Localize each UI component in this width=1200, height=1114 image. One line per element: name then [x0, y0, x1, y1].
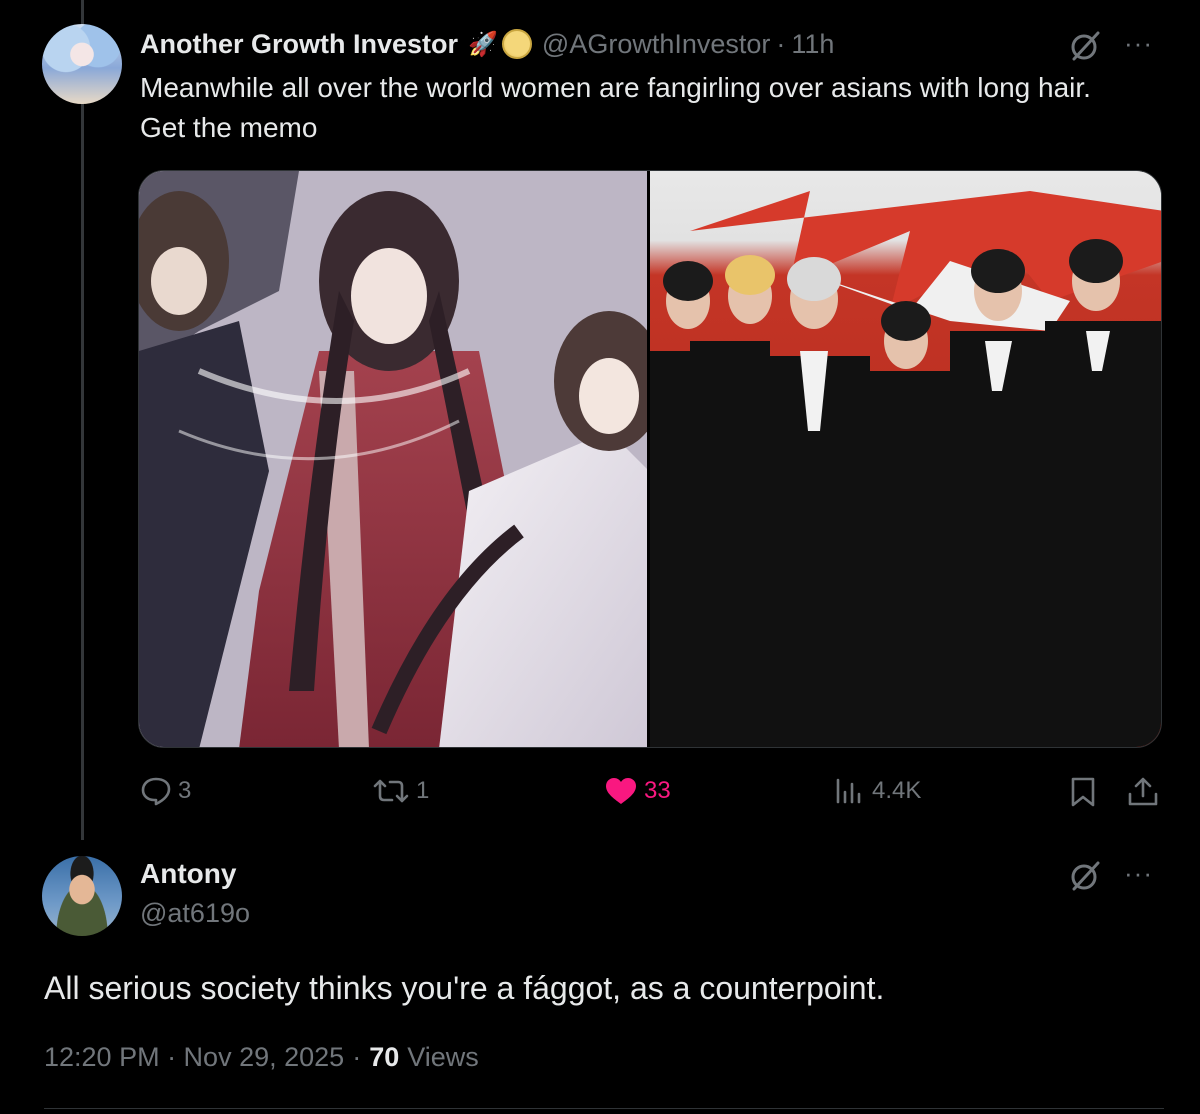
avatar[interactable]: [42, 856, 122, 936]
thread-connector-line: [81, 0, 84, 840]
tweet-header: Another Growth Investor 🚀 @AGrowthInvest…: [140, 26, 834, 62]
reply-button[interactable]: 3: [140, 776, 191, 806]
grok-icon[interactable]: [1068, 30, 1104, 62]
author-display-name[interactable]: Another Growth Investor: [140, 29, 458, 60]
reply-text: All serious society thinks you're a fágg…: [44, 970, 885, 1006]
grok-icon[interactable]: [1068, 860, 1104, 892]
tweet-timestamp[interactable]: 11h: [791, 29, 834, 60]
reply-meta: 12:20 PM · Nov 29, 2025 · 70 Views: [44, 1042, 479, 1073]
author-handle[interactable]: @AGrowthInvestor: [542, 29, 771, 60]
reply-views-label: Views: [407, 1042, 479, 1072]
retweet-count: 1: [416, 777, 430, 804]
views-count: 4.4K: [872, 777, 922, 804]
divider: [44, 1108, 1164, 1109]
share-button[interactable]: [1126, 776, 1160, 808]
tweet-action-bar: 3 1 33 4.4K: [0, 770, 1200, 814]
more-icon[interactable]: ···: [1124, 860, 1160, 892]
moon-emoji-icon: [501, 29, 532, 59]
bookmark-button[interactable]: [1068, 776, 1098, 808]
more-icon[interactable]: ···: [1124, 30, 1160, 62]
author-handle[interactable]: @at619o: [140, 898, 250, 929]
reply-timestamp[interactable]: 12:20 PM · Nov 29, 2025: [44, 1042, 344, 1073]
reply-count: 3: [178, 777, 192, 804]
retweet-button[interactable]: 1: [372, 776, 429, 806]
views-chart-icon: [836, 778, 861, 804]
retweet-icon: [373, 779, 409, 803]
tweet-media[interactable]: [138, 170, 1162, 748]
media-image-photo[interactable]: [649, 171, 1161, 747]
rocket-emoji-icon: 🚀: [468, 30, 498, 58]
like-button[interactable]: 33: [604, 776, 671, 806]
reply-icon: [141, 777, 171, 806]
avatar[interactable]: [42, 24, 122, 104]
separator-dot: ·: [776, 28, 786, 59]
views-button[interactable]: 4.4K: [834, 776, 921, 806]
heart-icon: [606, 778, 636, 804]
like-count: 33: [644, 777, 671, 804]
media-image-illustration[interactable]: [139, 171, 647, 747]
tweet-text: Meanwhile all over the world women are f…: [140, 72, 1091, 143]
bookmark-icon: [1071, 777, 1095, 807]
share-icon: [1128, 777, 1158, 806]
reply-views-count: 70: [369, 1042, 400, 1072]
separator-dot: ·: [352, 1042, 362, 1072]
author-display-name[interactable]: Antony: [140, 858, 236, 890]
